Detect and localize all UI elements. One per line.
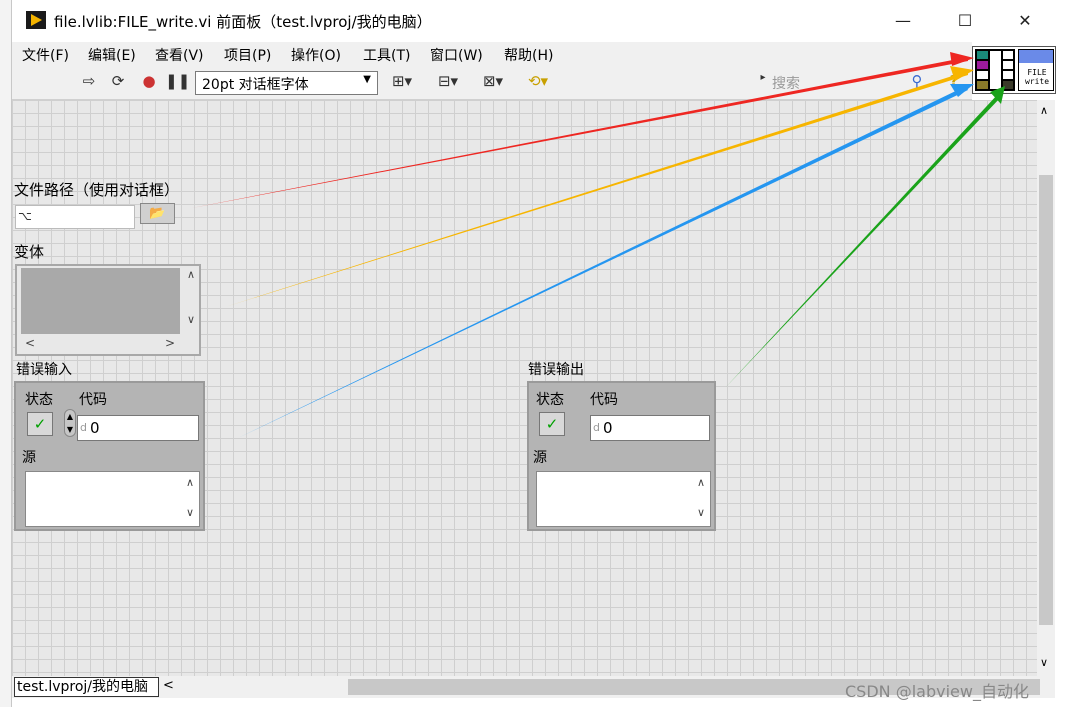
vertical-scrollbar[interactable]: ∧ ∨ (1037, 100, 1055, 676)
error-out-status-label: 状态 (536, 392, 564, 408)
browse-folder-button[interactable]: 📂 (140, 203, 175, 224)
error-out-label: 错误输出 (528, 362, 584, 378)
scroll-right-icon[interactable]: > (165, 336, 175, 350)
numeric-type-indicator: d (80, 421, 87, 434)
error-out-cluster[interactable]: 状态 代码 ✓ d 0 源 ∧ ∨ (527, 381, 716, 531)
error-in-status-label: 状态 (25, 392, 53, 408)
vertical-scrollbar-thumb[interactable] (1039, 175, 1053, 625)
terminal-empty-5[interactable] (1002, 70, 1014, 80)
search-expand-icon[interactable]: ▸ (758, 72, 768, 94)
run-continuously-icon[interactable]: ⟳ (107, 72, 129, 94)
error-in-source-label: 源 (22, 450, 36, 466)
chevron-down-icon: ▼ (363, 74, 371, 85)
error-in-source-scrollbar[interactable]: ∧ ∨ (181, 472, 199, 526)
project-context[interactable]: test.lvproj/我的电脑 (14, 677, 159, 697)
scroll-down-icon[interactable]: ∨ (181, 506, 199, 520)
minimize-button[interactable]: — (874, 0, 932, 42)
vi-icon-banner (1019, 50, 1053, 63)
menu-file[interactable]: 文件(F) (22, 45, 69, 65)
error-in-code-spinner[interactable]: ▲ ▼ (64, 409, 76, 437)
error-out-code-field: d 0 (590, 415, 710, 441)
error-in-code-value: 0 (90, 419, 100, 437)
menu-help[interactable]: 帮助(H) (504, 45, 553, 65)
terminal-error-in[interactable] (976, 80, 989, 90)
folder-open-icon: 📂 (149, 206, 166, 221)
file-path-control[interactable]: ⌥ (15, 205, 135, 229)
scroll-down-icon[interactable]: ∨ (1040, 656, 1048, 669)
menu-edit[interactable]: 编辑(E) (88, 45, 136, 65)
title-bar[interactable]: file.lvlib:FILE_write.vi 前面板（test.lvproj… (12, 0, 1055, 42)
scroll-up-icon[interactable]: ∧ (1040, 104, 1048, 117)
error-in-source-field[interactable]: ∧ ∨ (25, 471, 200, 527)
error-out-source-label: 源 (533, 450, 547, 466)
background-window-edge (0, 0, 12, 707)
error-in-code-label: 代码 (79, 392, 107, 408)
error-in-cluster[interactable]: 状态 代码 ✓ ▲ ▼ d 0 源 ∧ ∨ (14, 381, 205, 531)
menu-window[interactable]: 窗口(W) (430, 45, 483, 65)
terminal-empty-4[interactable] (1002, 60, 1014, 70)
watermark: CSDN @labview_自动化 (845, 682, 1029, 701)
help-icon[interactable]: ? (945, 72, 963, 94)
variant-horizontal-scrollbar[interactable]: < > (25, 336, 175, 352)
labview-vi-icon (26, 11, 46, 29)
abort-icon[interactable]: ● (138, 72, 160, 94)
menu-tools[interactable]: 工具(T) (363, 45, 410, 65)
close-button[interactable]: ✕ (996, 0, 1054, 42)
scroll-up-icon[interactable]: ∧ (183, 268, 199, 281)
menu-operate[interactable]: 操作(O) (291, 45, 341, 65)
vi-icon[interactable]: FILE write (1018, 49, 1054, 91)
error-out-code-value: 0 (603, 419, 613, 437)
terminal-file-path[interactable] (976, 50, 989, 60)
error-out-status-indicator: ✓ (539, 412, 565, 436)
error-out-source-scrollbar[interactable]: ∧ ∨ (692, 472, 710, 526)
terminal-empty-2[interactable] (989, 50, 1002, 90)
reorder-icon[interactable]: ⟲▾ (522, 72, 554, 94)
search-icon[interactable]: ⚲ (905, 72, 929, 94)
pause-icon[interactable]: ❚❚ (165, 72, 190, 94)
variant-display (21, 268, 180, 334)
connector-pane-terminals (975, 49, 1015, 91)
scroll-left-icon[interactable]: < (25, 336, 35, 350)
terminal-empty-1[interactable] (976, 70, 989, 80)
vi-icon-text-2: write (1024, 77, 1050, 86)
error-in-status-checkbox[interactable]: ✓ (27, 412, 53, 436)
path-icon: ⌥ (18, 209, 32, 223)
window-title: file.lvlib:FILE_write.vi 前面板（test.lvproj… (54, 13, 432, 31)
terminal-variant[interactable] (976, 60, 989, 70)
labview-front-panel-window: file.lvlib:FILE_write.vi 前面板（test.lvproj… (0, 0, 1067, 707)
maximize-button[interactable]: ☐ (936, 0, 994, 42)
menu-view[interactable]: 查看(V) (155, 45, 204, 65)
variant-label: 变体 (14, 243, 45, 261)
error-in-code-field[interactable]: d 0 (77, 415, 199, 441)
terminal-empty-3[interactable] (1002, 50, 1014, 60)
error-in-label: 错误输入 (16, 362, 72, 378)
scroll-left-icon[interactable]: < (163, 678, 174, 693)
resize-objects-icon[interactable]: ⊠▾ (477, 72, 509, 94)
font-select[interactable]: 20pt 对话框字体 ▼ (195, 71, 378, 95)
variant-vertical-scrollbar[interactable]: ∧ ∨ (183, 268, 199, 334)
font-select-value: 20pt 对话框字体 (202, 77, 309, 93)
variant-control[interactable]: ∧ ∨ < > (15, 264, 201, 356)
error-out-source-field: ∧ ∨ (536, 471, 711, 527)
menu-bar: 文件(F) 编辑(E) 查看(V) 项目(P) 操作(O) 工具(T) 窗口(W… (12, 42, 972, 66)
scroll-down-icon[interactable]: ∨ (183, 313, 199, 326)
terminal-error-out[interactable] (1002, 80, 1014, 90)
connector-pane[interactable]: FILE write (972, 46, 1056, 94)
toolbar: ⇨ ⟳ ● ❚❚ 20pt 对话框字体 ▼ ⊞▾ ⊟▾ ⊠▾ ⟲▾ ▸ 搜索 ⚲… (12, 66, 972, 100)
error-out-code-label: 代码 (590, 392, 618, 408)
distribute-objects-icon[interactable]: ⊟▾ (432, 72, 464, 94)
scroll-down-icon[interactable]: ∨ (692, 506, 710, 520)
vi-icon-text-1: FILE (1027, 68, 1047, 77)
scroll-up-icon[interactable]: ∧ (692, 476, 710, 490)
file-path-label: 文件路径（使用对话框） (14, 181, 180, 199)
numeric-type-indicator: d (593, 421, 600, 434)
scroll-up-icon[interactable]: ∧ (181, 476, 199, 490)
align-objects-icon[interactable]: ⊞▾ (387, 72, 417, 94)
menu-project[interactable]: 项目(P) (224, 45, 271, 65)
run-arrow-icon[interactable]: ⇨ (78, 72, 100, 94)
